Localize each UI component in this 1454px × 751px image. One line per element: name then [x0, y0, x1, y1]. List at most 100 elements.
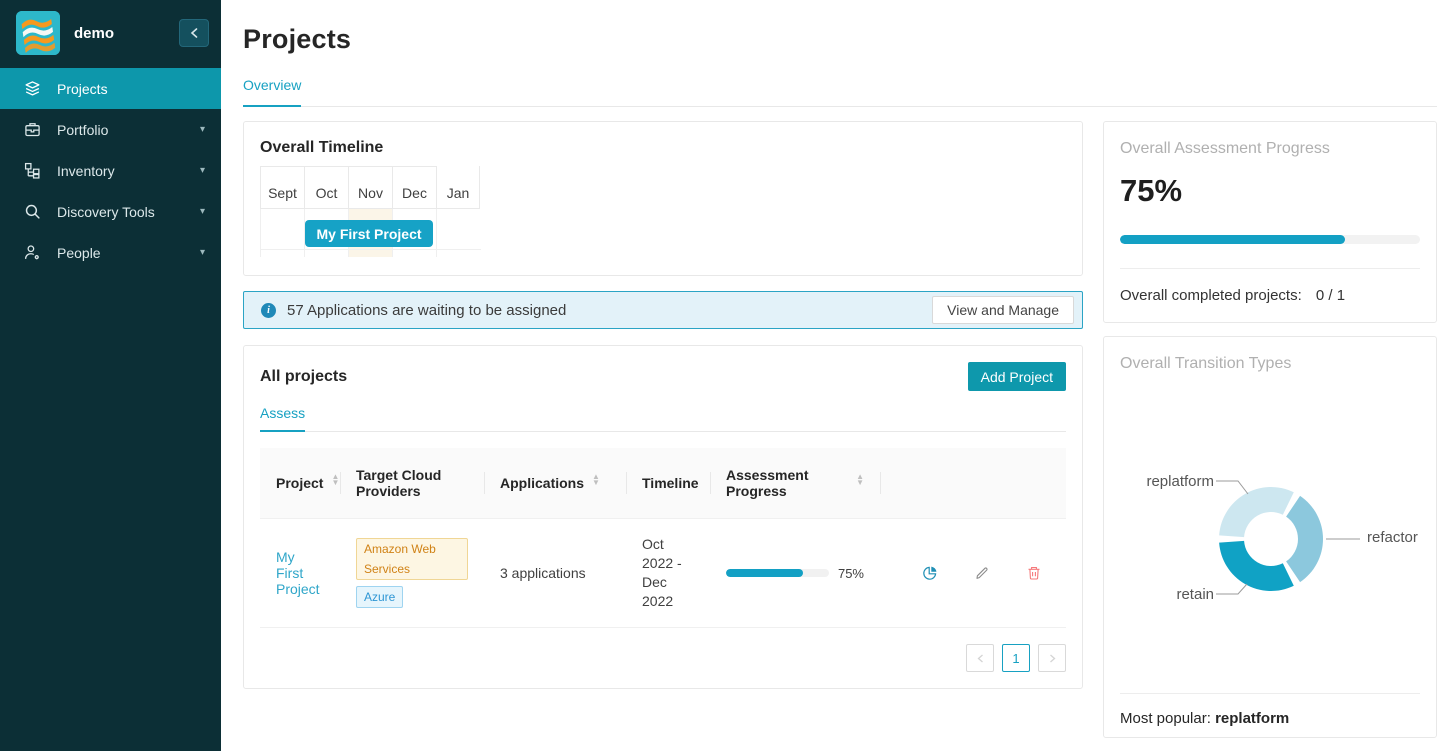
applications-cell: 3 applications	[484, 519, 626, 627]
all-projects-title: All projects	[260, 368, 968, 386]
sidebar-item-label: Projects	[57, 81, 205, 97]
org-name: demo	[74, 25, 179, 42]
chevron-down-icon: ▾	[200, 165, 205, 176]
completed-projects-label: Overall completed projects:	[1120, 287, 1302, 304]
timeline-range: Oct 2022 - Dec 2022	[642, 535, 694, 611]
column-label: Project	[276, 475, 323, 491]
completed-projects-line: Overall completed projects: 0 / 1	[1120, 287, 1420, 304]
info-icon: i	[261, 303, 276, 318]
sidebar-item-projects[interactable]: Projects	[0, 68, 221, 109]
chevron-left-icon	[190, 28, 198, 38]
donut-label-refactor: refactor	[1367, 529, 1418, 546]
app-window: demo Projects	[0, 0, 1454, 751]
view-and-manage-button[interactable]: View and Manage	[932, 296, 1074, 324]
overall-progress-fill	[1120, 235, 1345, 244]
column-label: Assessment Progress	[726, 467, 848, 499]
most-popular-value: replatform	[1215, 710, 1289, 727]
timeline-cell-text: Oct 2022 - Dec 2022	[626, 519, 710, 627]
sort-icon: ▲▼	[331, 477, 339, 489]
progress-label: 75%	[838, 566, 864, 581]
project-link[interactable]: My First Project	[276, 549, 324, 597]
add-project-button[interactable]: Add Project	[968, 362, 1066, 391]
sidebar-item-label: People	[57, 245, 200, 261]
tab-ink-bar	[243, 105, 301, 107]
table-header-row: Project ▲▼ Target Cloud Providers Applic…	[260, 448, 1066, 519]
sidebar-item-inventory[interactable]: Inventory ▾	[0, 150, 221, 191]
column-header-actions	[880, 448, 1066, 518]
column-header-target-cloud-providers: Target Cloud Providers	[340, 448, 484, 518]
sidebar-item-label: Discovery Tools	[57, 204, 200, 220]
projects-table: Project ▲▼ Target Cloud Providers Applic…	[260, 448, 1066, 628]
providers-cell: Amazon Web Services Azure	[340, 519, 484, 627]
search-icon	[24, 203, 41, 220]
completed-projects-value: 0 / 1	[1316, 287, 1345, 304]
overall-progress-percent: 75%	[1120, 173, 1420, 209]
briefcase-icon	[24, 121, 41, 138]
tab-assess-label: Assess	[260, 405, 305, 421]
page-title: Projects	[243, 24, 1437, 55]
column-header-project[interactable]: Project ▲▼	[260, 448, 340, 518]
progress-track	[726, 569, 829, 577]
column-header-applications[interactable]: Applications ▲▼	[484, 448, 626, 518]
tab-ink-bar	[260, 430, 305, 432]
donut-label-retain: retain	[1120, 586, 1214, 603]
sort-icon: ▲▼	[592, 477, 600, 489]
timeline-grid: Sept Oct Nov Dec Jan	[260, 166, 481, 257]
timeline-month: Nov	[348, 166, 392, 209]
timeline-month: Jan	[436, 166, 480, 209]
column-header-timeline: Timeline	[626, 448, 710, 518]
assessment-card-title: Overall Assessment Progress	[1120, 140, 1420, 158]
pie-chart-icon[interactable]	[922, 565, 938, 581]
sidebar-item-discovery-tools[interactable]: Discovery Tools ▾	[0, 191, 221, 232]
donut-slice-replatform	[1219, 487, 1294, 537]
tab-overview-label: Overview	[243, 77, 301, 93]
transition-donut-chart: replatform refactor retain	[1120, 377, 1420, 693]
banner-message: 57 Applications are waiting to be assign…	[287, 302, 932, 319]
sidebar-collapse-button[interactable]	[179, 19, 209, 47]
delete-icon[interactable]	[1026, 565, 1042, 581]
edit-icon[interactable]	[974, 565, 990, 581]
sidebar-item-portfolio[interactable]: Portfolio ▾	[0, 109, 221, 150]
chevron-down-icon: ▾	[200, 206, 205, 217]
info-banner: i 57 Applications are waiting to be assi…	[243, 291, 1083, 329]
sidebar: demo Projects	[0, 0, 221, 751]
sort-icon: ▲▼	[856, 477, 864, 489]
column-label: Applications	[500, 475, 584, 491]
column-label: Target Cloud Providers	[356, 467, 468, 499]
overall-transition-types-card: Overall Transition Types replatform refa…	[1103, 336, 1437, 738]
logo-waves-icon	[16, 11, 60, 55]
column-header-assessment-progress[interactable]: Assessment Progress ▲▼	[710, 448, 880, 518]
timeline-row-divider	[260, 249, 481, 250]
provider-tag-azure: Azure	[356, 586, 403, 608]
most-popular-label: Most popular:	[1120, 710, 1211, 727]
pagination-prev-button[interactable]	[966, 644, 994, 672]
leader-line-retain	[1216, 584, 1247, 594]
timeline-month: Oct	[304, 166, 348, 209]
sidebar-item-people[interactable]: People ▾	[0, 232, 221, 273]
chevron-down-icon: ▾	[200, 247, 205, 258]
overall-timeline-card: Overall Timeline Sept Oct Nov Dec Jan	[243, 121, 1083, 276]
pagination-next-button[interactable]	[1038, 644, 1066, 672]
overall-assessment-progress-card: Overall Assessment Progress 75% Overall …	[1103, 121, 1437, 323]
divider	[1120, 693, 1420, 694]
layers-icon	[24, 80, 41, 97]
tab-overview[interactable]: Overview	[243, 77, 301, 106]
provider-tag-aws: Amazon Web Services	[356, 538, 468, 580]
tab-assess[interactable]: Assess	[260, 405, 305, 431]
pagination: 1	[260, 644, 1066, 672]
chevron-down-icon: ▾	[200, 124, 205, 135]
most-popular-line: Most popular: replatform	[1120, 710, 1420, 727]
donut-label-replatform: replatform	[1120, 473, 1214, 490]
projects-tabs: Assess	[260, 405, 1066, 432]
progress-fill	[726, 569, 803, 577]
assessment-progress-cell: 75%	[710, 519, 880, 627]
actions-cell	[880, 519, 1066, 627]
main-content: Projects Overview Overall Timeline Sept …	[221, 0, 1454, 751]
sidebar-header: demo	[0, 0, 221, 66]
pagination-page-1[interactable]: 1	[1002, 644, 1030, 672]
timeline-project-bar[interactable]: My First Project	[305, 220, 433, 247]
overall-progress-track	[1120, 235, 1420, 244]
timeline-card-title: Overall Timeline	[260, 139, 1066, 157]
project-cell: My First Project	[260, 519, 340, 627]
app-logo	[16, 11, 60, 55]
